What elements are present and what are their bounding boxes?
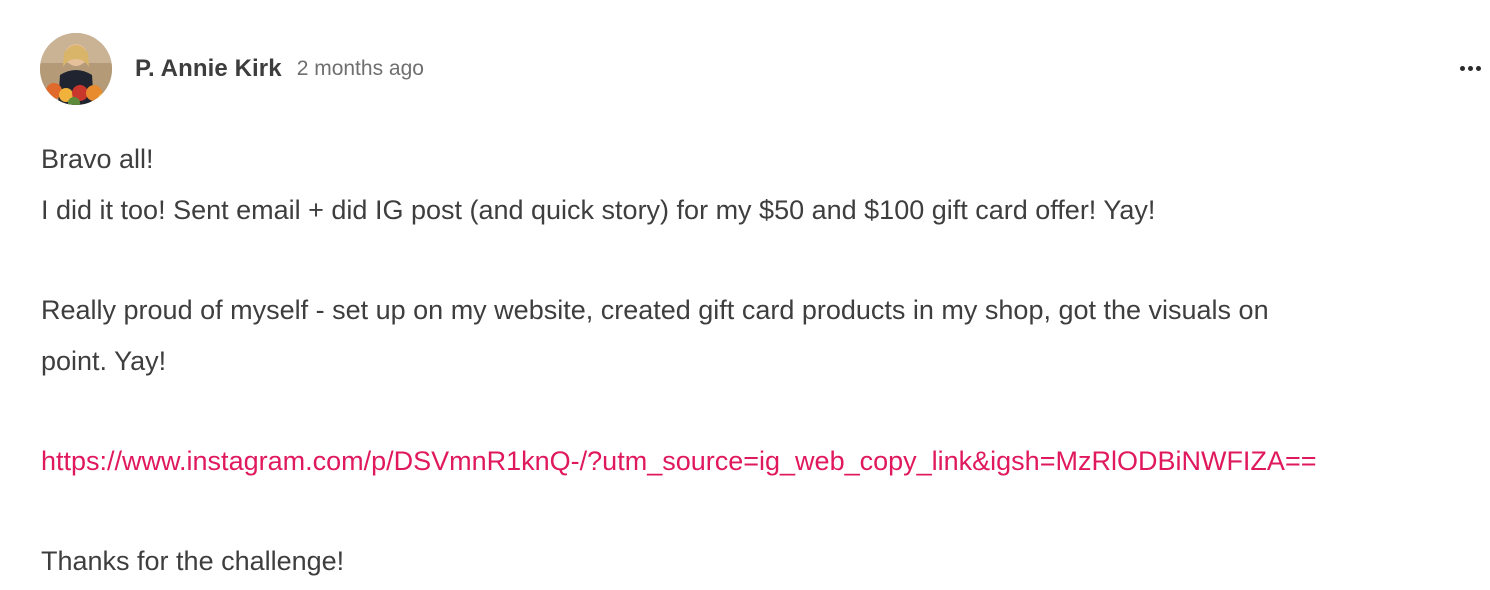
author-name[interactable]: P. Annie Kirk	[135, 55, 282, 83]
post-text-line: point. Yay!	[41, 346, 167, 376]
post-timestamp[interactable]: 2 months ago	[297, 57, 424, 81]
more-horizontal-icon-dot	[1475, 65, 1481, 71]
post-text-line: I did it too! Sent email + did IG post (…	[41, 195, 1156, 225]
instagram-link[interactable]: https://www.instagram.com/p/DSVmnR1knQ-/…	[41, 446, 1316, 476]
more-options-button[interactable]	[1450, 54, 1490, 82]
avatar[interactable]	[40, 33, 112, 105]
more-horizontal-icon	[1459, 65, 1465, 71]
comment-post: P. Annie Kirk 2 months ago Bravo all! I …	[0, 0, 1490, 590]
post-text-line: Thanks for the challenge!	[41, 546, 345, 576]
post-header: P. Annie Kirk 2 months ago	[40, 32, 424, 106]
more-horizontal-icon-dot	[1467, 65, 1473, 71]
post-body: Bravo all! I did it too! Sent email + di…	[41, 134, 1481, 587]
post-text-line: Bravo all!	[41, 144, 154, 174]
post-text-line: Really proud of myself - set up on my we…	[41, 295, 1269, 325]
